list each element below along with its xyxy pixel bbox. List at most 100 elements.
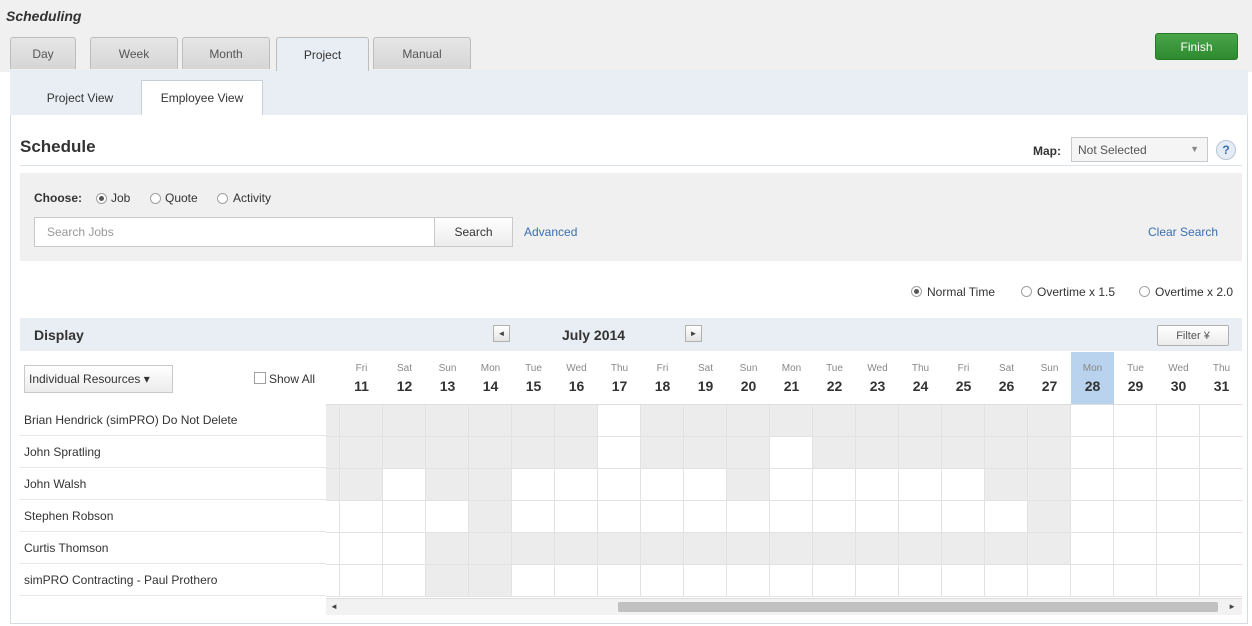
schedule-cell[interactable] (727, 565, 770, 597)
schedule-cell[interactable] (1071, 533, 1114, 565)
schedule-cell[interactable] (813, 469, 856, 501)
schedule-cell[interactable] (555, 437, 598, 469)
clear-search-link[interactable]: Clear Search (1148, 225, 1218, 239)
schedule-cell[interactable] (383, 469, 426, 501)
scroll-right-icon[interactable]: ► (1228, 602, 1236, 611)
resources-select[interactable]: Individual Resources ▾ (24, 365, 173, 393)
filter-button[interactable]: Filter ¥ (1157, 325, 1229, 346)
schedule-cell[interactable] (1200, 437, 1242, 469)
schedule-cell[interactable] (684, 437, 727, 469)
schedule-cell[interactable] (383, 533, 426, 565)
schedule-cell[interactable] (1028, 437, 1071, 469)
schedule-cell[interactable] (512, 437, 555, 469)
employee-name[interactable]: Curtis Thomson (20, 532, 326, 564)
schedule-cell[interactable] (641, 501, 684, 533)
schedule-cell[interactable] (899, 469, 942, 501)
schedule-cell[interactable] (1157, 469, 1200, 501)
schedule-cell[interactable] (1071, 501, 1114, 533)
schedule-cell[interactable] (942, 533, 985, 565)
schedule-cell[interactable] (340, 501, 383, 533)
schedule-cell[interactable] (426, 469, 469, 501)
schedule-cell[interactable] (1114, 469, 1157, 501)
schedule-cell[interactable] (856, 469, 899, 501)
schedule-cell[interactable] (942, 405, 985, 437)
schedule-cell[interactable] (684, 501, 727, 533)
schedule-cell[interactable] (770, 469, 813, 501)
schedule-cell[interactable] (985, 533, 1028, 565)
schedule-cell[interactable] (813, 565, 856, 597)
schedule-cell[interactable] (326, 437, 340, 469)
prev-month-button[interactable]: ◄ (493, 325, 510, 342)
schedule-cell[interactable] (512, 565, 555, 597)
schedule-cell[interactable] (383, 405, 426, 437)
tab-day[interactable]: Day (10, 37, 76, 69)
schedule-cell[interactable] (1071, 565, 1114, 597)
schedule-cell[interactable] (1200, 501, 1242, 533)
radio-quote[interactable] (150, 193, 161, 204)
schedule-cell[interactable] (856, 405, 899, 437)
schedule-cell[interactable] (684, 533, 727, 565)
schedule-cell[interactable] (770, 501, 813, 533)
tab-month[interactable]: Month (182, 37, 270, 69)
schedule-cell[interactable] (641, 469, 684, 501)
schedule-cell[interactable] (326, 405, 340, 437)
schedule-cell[interactable] (813, 533, 856, 565)
schedule-cell[interactable] (770, 405, 813, 437)
schedule-cell[interactable] (727, 533, 770, 565)
schedule-cell[interactable] (598, 405, 641, 437)
subtab-employee-view[interactable]: Employee View (141, 80, 263, 115)
schedule-cell[interactable] (469, 501, 512, 533)
schedule-cell[interactable] (598, 565, 641, 597)
schedule-cell[interactable] (942, 501, 985, 533)
schedule-cell[interactable] (1114, 565, 1157, 597)
schedule-cell[interactable] (1028, 533, 1071, 565)
schedule-cell[interactable] (1200, 565, 1242, 597)
schedule-cell[interactable] (942, 565, 985, 597)
employee-name[interactable]: Stephen Robson (20, 500, 326, 532)
schedule-cell[interactable] (1114, 405, 1157, 437)
schedule-cell[interactable] (1028, 565, 1071, 597)
schedule-cell[interactable] (512, 533, 555, 565)
search-input[interactable]: Search Jobs (34, 217, 435, 247)
horizontal-scrollbar[interactable]: ◄ ► (326, 598, 1242, 615)
schedule-cell[interactable] (684, 565, 727, 597)
radio-overtime-2-0[interactable] (1139, 286, 1150, 297)
schedule-cell[interactable] (426, 565, 469, 597)
schedule-cell[interactable] (770, 533, 813, 565)
schedule-grid[interactable] (326, 404, 1242, 598)
employee-name[interactable]: John Walsh (20, 468, 326, 500)
schedule-cell[interactable] (1157, 501, 1200, 533)
schedule-cell[interactable] (1157, 405, 1200, 437)
schedule-cell[interactable] (1071, 469, 1114, 501)
show-all-checkbox[interactable] (254, 372, 266, 384)
schedule-cell[interactable] (770, 565, 813, 597)
schedule-cell[interactable] (1028, 469, 1071, 501)
radio-normal-time[interactable] (911, 286, 922, 297)
schedule-cell[interactable] (899, 405, 942, 437)
help-icon[interactable]: ? (1216, 140, 1236, 160)
schedule-cell[interactable] (512, 501, 555, 533)
schedule-cell[interactable] (555, 533, 598, 565)
schedule-cell[interactable] (899, 533, 942, 565)
schedule-cell[interactable] (899, 565, 942, 597)
schedule-cell[interactable] (469, 405, 512, 437)
schedule-cell[interactable] (340, 533, 383, 565)
schedule-cell[interactable] (813, 501, 856, 533)
schedule-cell[interactable] (727, 437, 770, 469)
schedule-cell[interactable] (727, 501, 770, 533)
schedule-cell[interactable] (985, 405, 1028, 437)
schedule-cell[interactable] (813, 437, 856, 469)
employee-name[interactable]: John Spratling (20, 436, 326, 468)
schedule-cell[interactable] (383, 437, 426, 469)
schedule-cell[interactable] (641, 405, 684, 437)
schedule-cell[interactable] (942, 469, 985, 501)
schedule-cell[interactable] (1200, 533, 1242, 565)
schedule-cell[interactable] (340, 437, 383, 469)
schedule-cell[interactable] (684, 469, 727, 501)
schedule-cell[interactable] (512, 469, 555, 501)
schedule-cell[interactable] (1157, 533, 1200, 565)
schedule-cell[interactable] (426, 533, 469, 565)
advanced-link[interactable]: Advanced (524, 225, 577, 239)
schedule-cell[interactable] (727, 469, 770, 501)
next-month-button[interactable]: ► (685, 325, 702, 342)
